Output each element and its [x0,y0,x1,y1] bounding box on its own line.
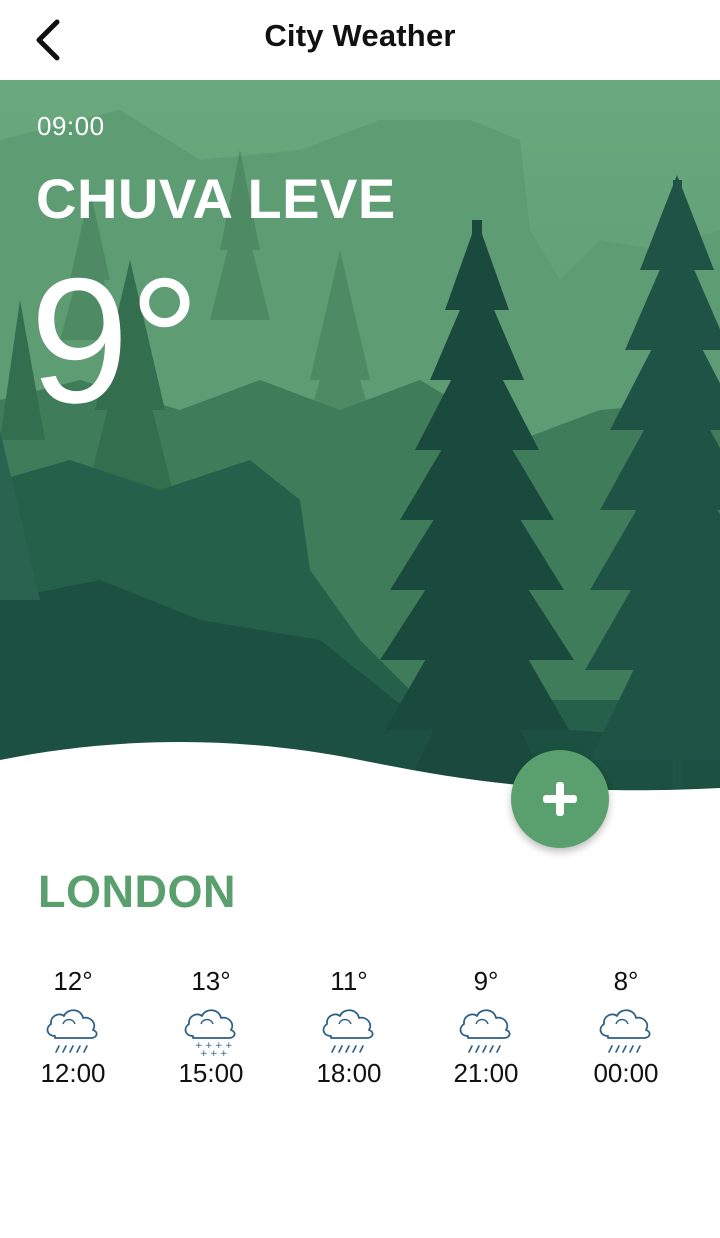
current-time: 09:00 [37,111,105,141]
forecast-item: 11° 18:00 [289,962,409,1088]
svg-text:+: + [220,1049,228,1058]
forecast-temperature: 9° [473,966,499,996]
forecast-item: 9° 21:00 [426,962,546,1088]
nav-header: City Weather [0,0,720,80]
app-screen: City Weather 09:00 CHUVA LEVE 9° LONDON … [0,0,720,1238]
wave-divider [0,742,720,848]
cloud-snow-icon: + + + + + + + [184,1009,236,1058]
svg-text:+: + [200,1049,208,1058]
current-temperature: 9° [30,241,201,440]
forecast-time: 18:00 [316,1058,382,1088]
forecast-temperature: 8° [613,966,639,996]
forecast-time: 00:00 [593,1058,659,1088]
hourly-forecast: 12° 12:00 13° + + + + + + + 15:00 11° 18… [0,962,720,1102]
forecast-time: 15:00 [178,1058,244,1088]
forecast-time: 12:00 [40,1058,106,1088]
forecast-item: 13° + + + + + + + 15:00 [151,962,271,1088]
cloud-rain-icon [459,1009,511,1053]
cloud-rain-icon [322,1009,374,1053]
forecast-item: 8° 00:00 [566,962,686,1088]
svg-text:+: + [210,1049,218,1058]
forecast-temperature: 11° [330,966,368,996]
forecast-temperature: 13° [191,966,231,996]
cloud-rain-icon [46,1009,98,1053]
city-name: LONDON [38,866,236,917]
forecast-temperature: 12° [53,966,93,996]
weather-condition: CHUVA LEVE [36,167,396,230]
add-city-button[interactable] [511,750,609,848]
plus-icon [543,782,577,816]
forecast-item: 12° 12:00 [13,962,133,1088]
cloud-rain-icon [599,1009,651,1053]
page-title: City Weather [264,18,456,53]
forecast-time: 21:00 [453,1058,519,1088]
